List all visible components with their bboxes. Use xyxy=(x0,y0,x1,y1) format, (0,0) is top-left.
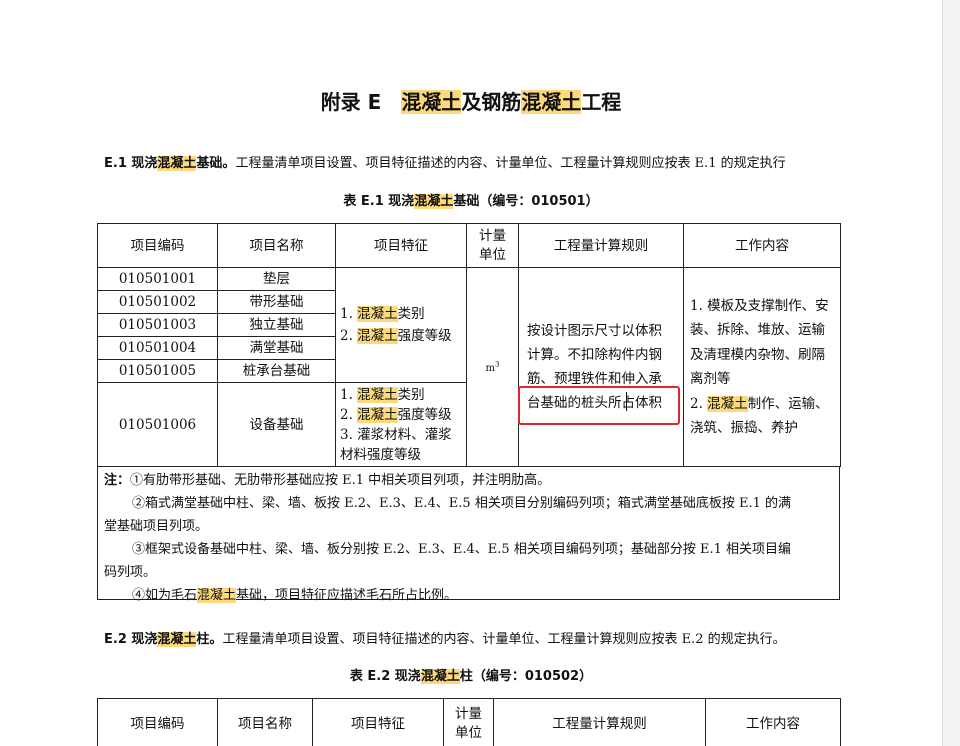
header-name: 项目名称 xyxy=(217,223,336,268)
header-feature: 项目特征 xyxy=(335,223,467,268)
table-row-code: 010501003 xyxy=(97,313,218,337)
table-row-code: 010501005 xyxy=(97,359,218,383)
vertical-scrollbar[interactable] xyxy=(942,0,960,746)
rule-cell: 按设计图示尺寸以体积 计算。不扣除构件内钢 筋、预埋铁件和伸入承 台基础的桩头所… xyxy=(518,267,684,467)
unit-cell: m3 xyxy=(466,267,519,467)
table-row-name: 带形基础 xyxy=(217,290,336,314)
table-row-name: 独立基础 xyxy=(217,313,336,337)
table-row-code: 010501001 xyxy=(97,267,218,291)
table-e1-notes: 注：①有肋带形基础、无肋带形基础应按 E.1 中相关项目列项，并注明肋高。 ②箱… xyxy=(97,466,840,603)
table-row-code: 010501004 xyxy=(97,336,218,360)
table-row-code: 010501006 xyxy=(97,382,218,467)
table-row-name: 垫层 xyxy=(217,267,336,291)
header-code: 项目编码 xyxy=(97,698,218,746)
section-e1-heading: E.1 现浇混凝土基础。工程量清单项目设置、项目特征描述的内容、计量单位、工程量… xyxy=(104,156,786,171)
header-feature: 项目特征 xyxy=(312,698,444,746)
table-e1-caption: 表 E.1 现浇混凝土基础（编号：010501） xyxy=(343,194,599,209)
header-unit: 计量单位 xyxy=(443,698,494,746)
section-e2-heading: E.2 现浇混凝土柱。工程量清单项目设置、项目特征描述的内容、计量单位、工程量计… xyxy=(104,632,786,647)
table-e1: 项目编码 项目名称 项目特征 计量单位 工程量计算规则 工作内容 0105010… xyxy=(97,223,841,467)
table-row-code: 010501002 xyxy=(97,290,218,314)
feature-cell-b: 1. 混凝土类别 2. 混凝土强度等级 3. 灌浆材料、灌浆 材料强度等级 xyxy=(335,382,467,467)
table-e2-caption: 表 E.2 现浇混凝土柱（编号：010502） xyxy=(349,669,593,684)
header-rule: 工程量计算规则 xyxy=(493,698,706,746)
text-cursor xyxy=(626,392,627,411)
appendix-title: 附录 E 混凝土及钢筋混凝土工程 xyxy=(320,90,622,114)
header-work: 工作内容 xyxy=(705,698,841,746)
feature-cell-a: 1. 混凝土类别 2. 混凝土强度等级 xyxy=(335,267,467,383)
header-unit: 计量单位 xyxy=(466,223,519,268)
table-e2: 项目编码 项目名称 项目特征 计量单位 工程量计算规则 工作内容 xyxy=(97,698,841,746)
table-row-name: 桩承台基础 xyxy=(217,359,336,383)
header-rule: 工程量计算规则 xyxy=(518,223,684,268)
document-page: 附录 E 混凝土及钢筋混凝土工程 E.1 现浇混凝土基础。工程量清单项目设置、项… xyxy=(0,0,942,746)
header-name: 项目名称 xyxy=(217,698,313,746)
table-row-name: 满堂基础 xyxy=(217,336,336,360)
table-row-name: 设备基础 xyxy=(217,382,336,467)
header-code: 项目编码 xyxy=(97,223,218,268)
header-work: 工作内容 xyxy=(683,223,841,268)
work-cell: 1. 模板及支撑制作、安 装、拆除、堆放、运输 及清理模内杂物、刷隔 离剂等 2… xyxy=(683,267,841,467)
